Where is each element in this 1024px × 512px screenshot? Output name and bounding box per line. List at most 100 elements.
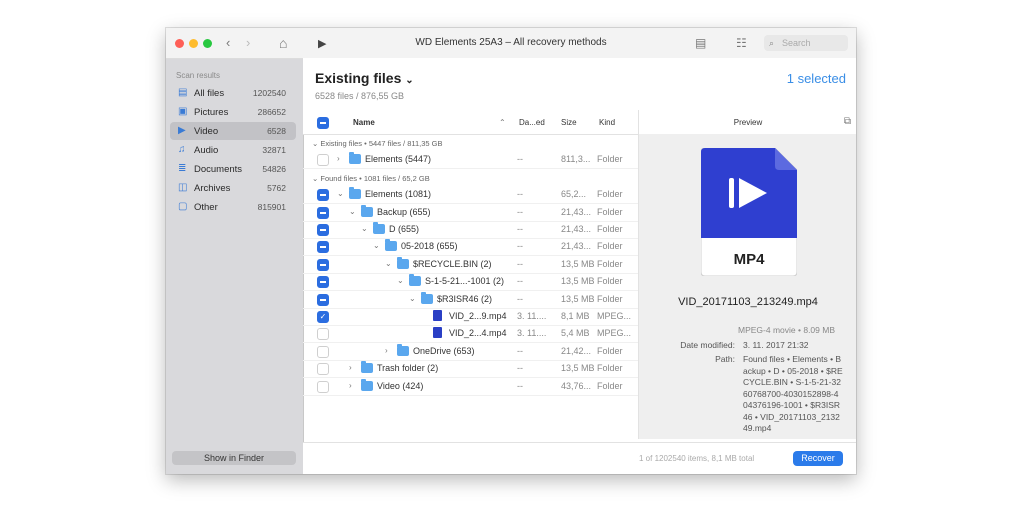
path-label: Path: <box>715 354 735 364</box>
disclosure-icon[interactable]: ⌄ <box>409 294 416 303</box>
table-row[interactable]: › Video (424) -- 43,76... Folder <box>303 378 638 396</box>
copy-icon[interactable]: ⧉ <box>844 116 851 127</box>
folder-icon <box>373 222 385 234</box>
row-name: VID_2...4.mp4 <box>449 328 507 339</box>
row-date: 3. 11.... <box>517 328 547 339</box>
row-checkbox[interactable]: ✓ <box>317 311 329 323</box>
row-checkbox[interactable] <box>317 276 329 289</box>
preview-description: MPEG-4 movie • 8.09 MB <box>738 325 835 335</box>
table-row[interactable]: ✓ VID_2...9.mp4 3. 11.... 8,1 MB MPEG... <box>303 308 638 326</box>
disclosure-icon[interactable]: › <box>385 346 388 355</box>
table-row[interactable]: › Elements (5447) -- 811,3... Folder <box>303 151 638 170</box>
disclosure-icon[interactable]: ⌄ <box>337 189 344 198</box>
row-checkbox[interactable] <box>317 189 329 202</box>
row-date: -- <box>517 276 523 287</box>
other-icon: ▢ <box>178 201 188 212</box>
footer-bar: 1 of 1202540 items, 8,1 MB total Recover <box>303 442 856 474</box>
row-checkbox[interactable] <box>317 241 329 254</box>
sidebar-item-count: 32871 <box>262 145 286 155</box>
home-icon[interactable]: ⌂ <box>279 36 287 50</box>
preview-title: Preview <box>733 118 763 127</box>
sidebar-item-video[interactable]: ▶ Video 6528 <box>170 122 296 140</box>
column-size[interactable]: Size <box>561 118 577 127</box>
minimize-window-button[interactable] <box>189 39 198 48</box>
search-input[interactable]: ⌕ Search <box>764 35 848 51</box>
window-title: WD Elements 25A3 – All recovery methods <box>415 37 607 48</box>
back-icon[interactable]: ‹ <box>226 36 230 50</box>
table-row[interactable]: › OneDrive (653) -- 21,42... Folder <box>303 343 638 361</box>
table-row[interactable]: ⌄ $RECYCLE.BIN (2) -- 13,5 MB Folder <box>303 256 638 274</box>
view-options-icon[interactable]: ▤ <box>695 36 706 50</box>
disclosure-icon[interactable]: ⌄ <box>361 224 368 233</box>
zoom-window-button[interactable] <box>203 39 212 48</box>
video-icon: ▶ <box>178 125 186 136</box>
row-date: 3. 11.... <box>517 311 547 321</box>
column-name[interactable]: Name <box>353 118 375 127</box>
folder-icon <box>361 361 373 374</box>
row-date: -- <box>517 380 523 391</box>
table-row[interactable]: ⌄ D (655) -- 21,43... Folder <box>303 221 638 239</box>
row-size: 13,5 MB <box>561 276 595 287</box>
row-name: 05-2018 (655) <box>401 241 458 252</box>
filter-settings-icon[interactable]: ☷ <box>736 36 747 50</box>
row-checkbox[interactable] <box>317 293 329 306</box>
table-row[interactable]: ⌄ $R3ISR46 (2) -- 13,5 MB Folder <box>303 291 638 309</box>
row-checkbox[interactable] <box>317 206 329 219</box>
row-kind: Folder <box>597 241 623 252</box>
sidebar-item-pictures[interactable]: ▣ Pictures 286652 <box>170 103 296 121</box>
preview-header: Preview ⧉ <box>638 110 856 135</box>
page-title[interactable]: Existing files ⌄ <box>315 70 414 86</box>
row-kind: MPEG... <box>597 311 632 321</box>
play-icon[interactable]: ▶ <box>318 37 326 51</box>
sidebar-item-label: Other <box>194 202 218 213</box>
sidebar-item-label: Video <box>194 126 219 137</box>
row-date: -- <box>517 224 523 234</box>
video-file-icon <box>433 310 442 321</box>
row-name: OneDrive (653) <box>413 345 475 356</box>
show-in-finder-button[interactable]: Show in Finder <box>172 451 296 465</box>
sidebar-item-archives[interactable]: ◫ Archives 5762 <box>170 179 296 197</box>
sidebar-item-all-files[interactable]: ▤ All files 1202540 <box>170 84 296 102</box>
disclosure-icon[interactable]: › <box>337 154 340 163</box>
column-kind[interactable]: Kind <box>599 118 615 127</box>
table-row[interactable]: ⌄ S-1-5-21...-1001 (2) -- 13,5 MB Folder <box>303 273 638 292</box>
recover-button[interactable]: Recover <box>793 451 843 466</box>
disclosure-icon[interactable]: › <box>349 381 352 390</box>
table-row[interactable]: VID_2...4.mp4 3. 11.... 5,4 MB MPEG... <box>303 325 638 344</box>
disclosure-icon[interactable]: ⌄ <box>385 259 392 268</box>
sidebar-item-other[interactable]: ▢ Other 815901 <box>170 198 296 216</box>
date-modified-value: 3. 11. 2017 21:32 <box>743 340 809 350</box>
disclosure-icon[interactable]: ⌄ <box>373 241 380 250</box>
section-header[interactable]: ⌄ Found files • 1081 files / 65,2 GB <box>303 169 638 186</box>
row-name: $R3ISR46 (2) <box>437 293 493 304</box>
row-checkbox[interactable] <box>317 363 329 376</box>
sidebar-item-documents[interactable]: ≣ Documents 54826 <box>170 160 296 178</box>
row-checkbox[interactable] <box>317 224 329 236</box>
row-checkbox[interactable] <box>317 154 329 167</box>
disclosure-icon[interactable]: › <box>349 363 352 372</box>
section-header[interactable]: ⌄ Existing files • 5447 files / 811,35 G… <box>303 134 638 151</box>
forward-icon[interactable]: › <box>246 36 250 50</box>
table-row[interactable]: ⌄ Elements (1081) -- 65,2... Folder <box>303 186 638 205</box>
sidebar-item-label: Archives <box>194 183 231 194</box>
row-checkbox[interactable] <box>317 328 329 341</box>
row-date: -- <box>517 363 523 374</box>
row-date: -- <box>517 293 523 304</box>
section-label: ⌄ Existing files • 5447 files / 811,35 G… <box>312 139 443 148</box>
disclosure-icon[interactable]: ⌄ <box>397 276 404 285</box>
selection-count: 1 selected <box>786 71 846 86</box>
row-checkbox[interactable] <box>317 258 329 271</box>
select-all-checkbox[interactable] <box>317 117 329 129</box>
folder-icon <box>397 256 409 269</box>
column-date[interactable]: Da...ed <box>519 118 545 127</box>
disclosure-icon[interactable]: ⌄ <box>349 207 356 216</box>
folder-icon <box>409 274 421 287</box>
row-checkbox[interactable] <box>317 380 329 393</box>
close-window-button[interactable] <box>175 39 184 48</box>
search-placeholder: Search <box>782 38 811 48</box>
table-row[interactable]: ⌄ 05-2018 (655) -- 21,43... Folder <box>303 238 638 257</box>
table-row[interactable]: › Trash folder (2) -- 13,5 MB Folder <box>303 360 638 379</box>
row-checkbox[interactable] <box>317 345 329 358</box>
sidebar-item-audio[interactable]: ♫ Audio 32871 <box>170 141 296 159</box>
table-row[interactable]: ⌄ Backup (655) -- 21,43... Folder <box>303 204 638 222</box>
